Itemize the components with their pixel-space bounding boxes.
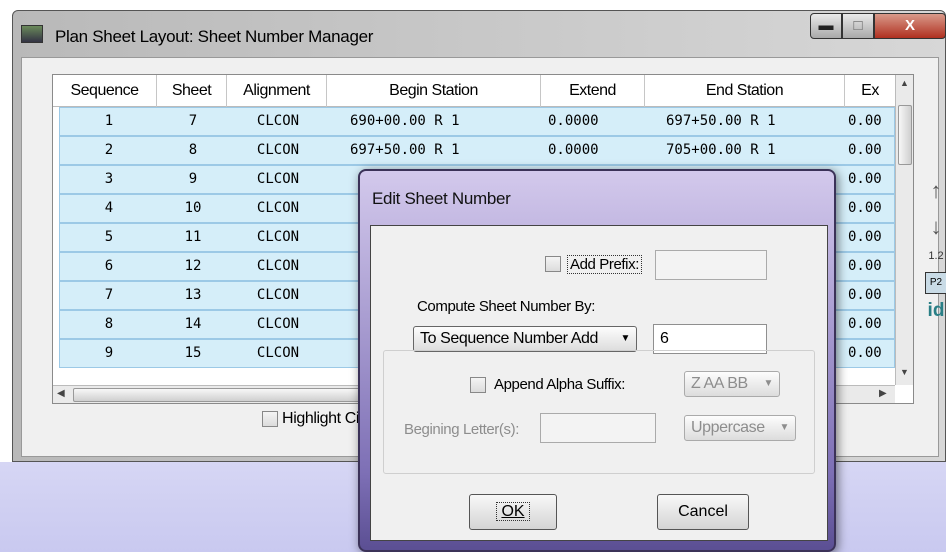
case-value: Uppercase [691, 419, 765, 436]
cell-begin-station: 690+00.00 R 1 [350, 113, 460, 129]
cell-ex: 0.00 [848, 229, 882, 245]
cell-alignment: CLCON [256, 113, 300, 129]
cell-alignment: CLCON [256, 287, 300, 303]
cell-sheet: 10 [184, 200, 202, 216]
cell-alignment: CLCON [256, 345, 300, 361]
cell-ex: 0.00 [848, 258, 882, 274]
minimize-button[interactable]: ▬ [810, 13, 842, 39]
cell-sequence: 5 [104, 229, 114, 245]
maximize-button[interactable]: □ [842, 13, 874, 39]
cell-alignment: CLCON [256, 142, 300, 158]
column-header-extend[interactable]: Extend [541, 75, 645, 107]
cell-sheet: 11 [184, 229, 202, 245]
beginning-letters-label: Begining Letter(s): [404, 421, 519, 438]
compute-mode-value: To Sequence Number Add [420, 330, 598, 347]
vertical-scrollbar[interactable]: ▲ ▼ [895, 75, 913, 385]
horizontal-scroll-thumb[interactable] [73, 388, 383, 402]
cell-sequence: 9 [104, 345, 114, 361]
move-down-arrow-icon[interactable]: ↓ [922, 214, 946, 240]
case-dropdown[interactable]: Uppercase ▼ [684, 415, 796, 441]
ok-button-label: OK [496, 502, 530, 521]
cell-ex: 0.00 [848, 316, 882, 332]
chevron-down-icon: ▼ [763, 378, 774, 389]
cell-extend: 0.0000 [548, 113, 599, 129]
cell-alignment: CLCON [256, 316, 300, 332]
table-row[interactable]: 2 8 CLCON 697+50.00 R 1 0.0000 705+00.00 R 1 0… [59, 136, 895, 165]
cell-sheet: 12 [184, 258, 202, 274]
cell-sheet: 13 [184, 287, 202, 303]
close-button[interactable]: X [874, 13, 946, 39]
add-prefix-label: Add Prefix: [567, 255, 642, 274]
cell-sequence: 6 [104, 258, 114, 274]
suffix-format-value: Z AA BB [691, 375, 748, 392]
cell-sheet: 7 [188, 113, 198, 129]
p2-sheet-icon[interactable]: P2 [925, 272, 946, 294]
cancel-button[interactable]: Cancel [657, 494, 749, 530]
cell-begin-station: 697+50.00 R 1 [350, 142, 460, 158]
window-title-bar[interactable]: Plan Sheet Layout: Sheet Number Manager … [13, 11, 946, 57]
ok-button[interactable]: OK [469, 494, 557, 530]
cell-ex: 0.00 [848, 113, 882, 129]
cell-end-station: 697+50.00 R 1 [666, 113, 776, 129]
cell-sequence: 3 [104, 171, 114, 187]
beginning-letters-input[interactable] [540, 413, 656, 443]
scroll-right-arrow-icon[interactable]: ▶ [879, 388, 887, 399]
highlight-option: Highlight Ci [262, 410, 359, 428]
column-header-sheet[interactable]: Sheet [157, 75, 227, 107]
suffix-group: Append Alpha Suffix: Z AA BB ▼ Begining … [383, 350, 815, 474]
cell-end-station: 705+00.00 R 1 [666, 142, 776, 158]
cell-sequence: 8 [104, 316, 114, 332]
cell-ex: 0.00 [848, 287, 882, 303]
scroll-left-arrow-icon[interactable]: ◀ [57, 388, 65, 399]
edit-sheet-number-dialog: Edit Sheet Number Add Prefix: Compute Sh… [358, 169, 836, 552]
app-icon [21, 25, 43, 43]
column-header-begin-station[interactable]: Begin Station [327, 75, 541, 107]
append-suffix-checkbox[interactable] [470, 377, 486, 393]
column-header-sequence[interactable]: Sequence [53, 75, 157, 107]
chevron-down-icon: ▼ [779, 422, 790, 433]
cell-ex: 0.00 [848, 171, 882, 187]
prefix-input[interactable] [655, 250, 767, 280]
cell-alignment: CLCON [256, 200, 300, 216]
cell-alignment: CLCON [256, 229, 300, 245]
cell-sequence: 2 [104, 142, 114, 158]
cell-ex: 0.00 [848, 142, 882, 158]
compute-sheet-number-label: Compute Sheet Number By: [417, 298, 595, 315]
scroll-down-arrow-icon[interactable]: ▼ [900, 367, 909, 377]
column-header-alignment[interactable]: Alignment [227, 75, 327, 107]
cell-sheet: 8 [188, 142, 198, 158]
cell-alignment: CLCON [256, 171, 300, 187]
cell-sequence: 7 [104, 287, 114, 303]
vertical-scroll-thumb[interactable] [898, 105, 912, 165]
compute-mode-dropdown[interactable]: To Sequence Number Add ▼ [413, 326, 637, 352]
cell-sequence: 1 [104, 113, 114, 129]
cell-ex: 0.00 [848, 200, 882, 216]
append-suffix-label: Append Alpha Suffix: [494, 376, 625, 393]
highlight-checkbox[interactable] [262, 411, 278, 427]
cell-sheet: 9 [188, 171, 198, 187]
cell-sheet: 14 [184, 316, 202, 332]
cell-extend: 0.0000 [548, 142, 599, 158]
move-up-arrow-icon[interactable]: ↑ [922, 178, 946, 204]
cell-alignment: CLCON [256, 258, 300, 274]
id-icon[interactable]: id [922, 300, 946, 322]
renumber-icon[interactable]: 1.2 [922, 250, 946, 262]
window-title: Plan Sheet Layout: Sheet Number Manager [55, 27, 374, 46]
suffix-format-dropdown[interactable]: Z AA BB ▼ [684, 371, 780, 397]
dialog-title: Edit Sheet Number [372, 189, 511, 208]
cell-sheet: 15 [184, 345, 202, 361]
cell-sequence: 4 [104, 200, 114, 216]
column-header-end-station[interactable]: End Station [645, 75, 845, 107]
scroll-up-arrow-icon[interactable]: ▲ [900, 78, 909, 88]
add-prefix-checkbox[interactable] [545, 256, 561, 272]
dialog-body: Add Prefix: Compute Sheet Number By: To … [370, 225, 828, 541]
cell-ex: 0.00 [848, 345, 882, 361]
table-header: Sequence Sheet Alignment Begin Station E… [53, 75, 895, 107]
table-row[interactable]: 1 7 CLCON 690+00.00 R 1 0.0000 697+50.00 R 1 0… [59, 107, 895, 136]
column-header-ex[interactable]: Ex [845, 75, 895, 107]
chevron-down-icon: ▼ [620, 333, 631, 344]
highlight-checkbox-label: Highlight Ci [282, 410, 360, 427]
